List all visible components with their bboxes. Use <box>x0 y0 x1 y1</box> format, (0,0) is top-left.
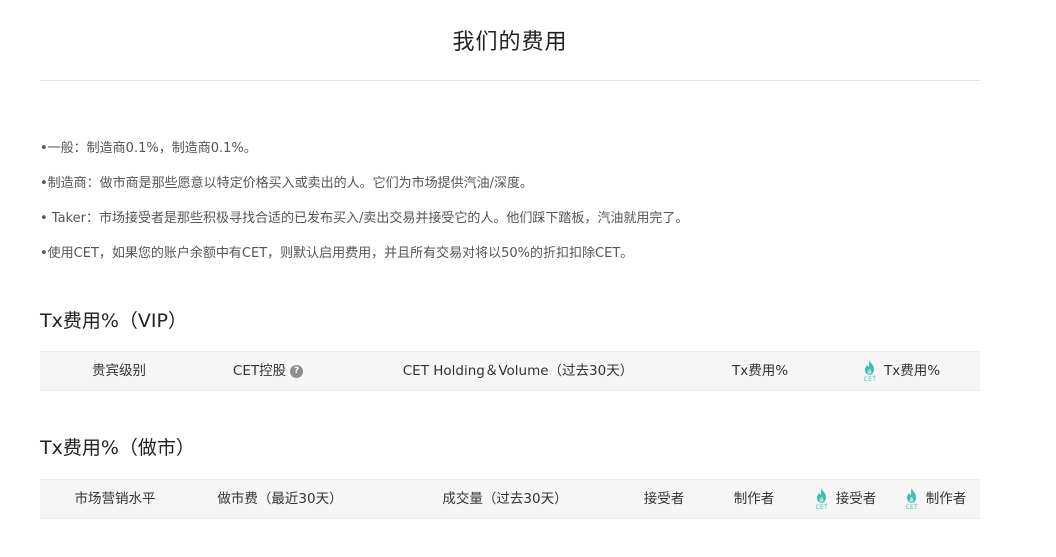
mm-col-volume: 成交量（过去30天） <box>370 480 640 518</box>
cet-badge-label: CET <box>815 503 828 511</box>
mm-col-cet-maker-label: 制作者 <box>925 491 967 507</box>
vip-col-holding-volume-label: CET Holding＆Volume（过去30天） <box>402 363 634 379</box>
mm-col-cet-taker: CET 接受者 <box>800 480 890 518</box>
cet-badge-label: CET <box>905 503 918 511</box>
cet-flame-icon: CET <box>814 487 830 511</box>
vip-col-level: 贵宾级别 <box>40 352 198 390</box>
bullet-cet: •使用CET，如果您的账户余额中有CET，则默认启用费用，并且所有交易对将以50… <box>40 246 634 261</box>
mm-col-mm-fee-label: 做市费（最近30天） <box>217 491 343 507</box>
vip-col-cet-holding-label: CET控股 <box>232 363 287 379</box>
mm-col-taker: 接受者 <box>640 480 688 518</box>
vip-col-tx-fee: Tx费用% <box>698 352 822 390</box>
mm-col-taker-label: 接受者 <box>643 491 685 507</box>
page-title: 我们的费用 <box>452 30 568 55</box>
mm-col-maker-label: 制作者 <box>733 491 775 507</box>
mm-col-market-level-label: 市场营销水平 <box>74 491 156 507</box>
vip-col-tx-fee-label: Tx费用% <box>731 363 789 379</box>
vip-section-title: Tx费用%（VIP） <box>40 310 187 332</box>
title-divider <box>40 80 980 81</box>
cet-badge-label: CET <box>863 375 877 383</box>
mm-section-title: Tx费用%（做市） <box>40 437 195 459</box>
cet-flame-icon: CET <box>862 359 878 383</box>
cet-flame-icon: CET <box>904 487 920 511</box>
mm-col-mm-fee: 做市费（最近30天） <box>190 480 370 518</box>
vip-col-cet-tx-fee: CET Tx费用% <box>822 352 980 390</box>
bullet-taker: • Taker：市场接受者是那些积极寻找合适的已发布买入/卖出交易并接受它的人。… <box>40 211 689 226</box>
vip-col-cet-tx-fee-label: Tx费用% <box>883 363 941 379</box>
vip-col-cet-holding: CET控股 ? <box>198 352 338 390</box>
mm-col-market-level: 市场营销水平 <box>40 480 190 518</box>
mm-col-cet-taker-label: 接受者 <box>835 491 877 507</box>
bullet-general: •一般：制造商0.1%，制造商0.1%。 <box>40 141 257 156</box>
bullet-maker: •制造商：做市商是那些愿意以特定价格买入或卖出的人。它们为市场提供汽油/深度。 <box>40 176 534 191</box>
vip-col-level-label: 贵宾级别 <box>92 363 146 379</box>
vip-col-holding-volume: CET Holding＆Volume（过去30天） <box>338 352 698 390</box>
question-circle-icon[interactable]: ? <box>290 364 304 378</box>
mm-col-volume-label: 成交量（过去30天） <box>442 491 568 507</box>
vip-table-header: 贵宾级别 CET控股 ? CET Holding＆Volume（过去30天） T… <box>40 351 980 391</box>
mm-col-cet-maker: CET 制作者 <box>890 480 980 518</box>
mm-table-header: 市场营销水平 做市费（最近30天） 成交量（过去30天） 接受者 制作者 CET… <box>40 479 980 519</box>
